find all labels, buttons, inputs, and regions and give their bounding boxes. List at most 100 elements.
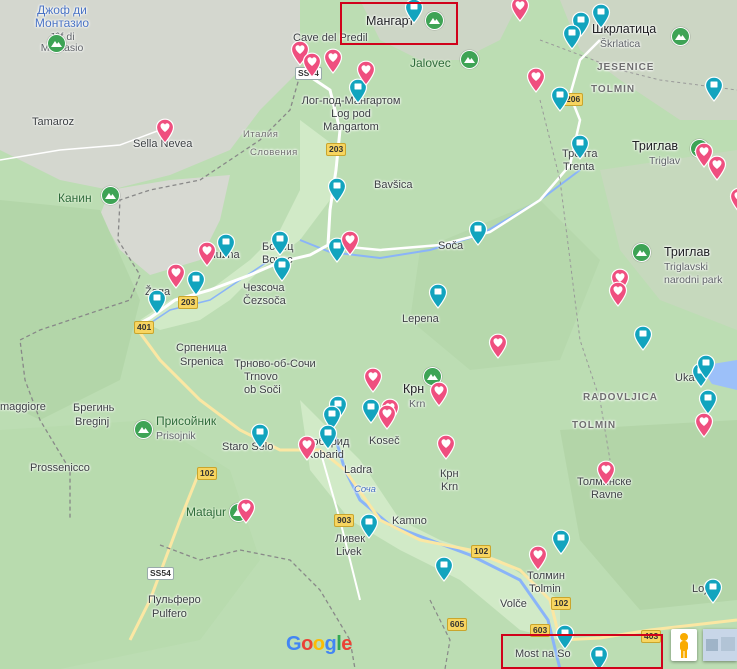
place-label-tp-ru[interactable]: Триглав — [664, 245, 710, 259]
place-label-krn2[interactable]: Krn — [441, 481, 458, 494]
place-label-jesenice[interactable]: JESENICE — [597, 62, 654, 74]
place-label-triglav-ru[interactable]: Триглав — [632, 139, 678, 153]
place-pin-icon[interactable] — [704, 76, 724, 102]
saved-heart-pin-icon[interactable] — [608, 281, 628, 307]
place-label-cez[interactable]: Čezsoča — [243, 295, 286, 308]
saved-heart-pin-icon[interactable] — [707, 155, 727, 181]
place-label-tp2[interactable]: narodni park — [664, 274, 722, 286]
place-pin-icon[interactable] — [633, 325, 653, 351]
mountain-peak-icon[interactable] — [632, 243, 651, 262]
place-pin-icon[interactable] — [270, 230, 290, 256]
place-pin-icon[interactable] — [186, 270, 206, 296]
place-label-slovenia[interactable]: Словения — [250, 147, 298, 159]
place-label-breg[interactable]: Breginj — [75, 416, 109, 429]
place-label-srpen-ru[interactable]: Српеница — [176, 342, 227, 355]
place-pin-icon[interactable] — [591, 3, 611, 29]
place-label-trn-ru[interactable]: Трново-об-Сочи — [234, 358, 316, 371]
saved-heart-pin-icon[interactable] — [363, 367, 383, 393]
place-label-log2[interactable]: Mangartom — [323, 121, 379, 134]
saved-heart-pin-icon[interactable] — [377, 404, 397, 430]
place-pin-icon[interactable] — [359, 513, 379, 539]
place-label-srpen[interactable]: Srpenica — [180, 356, 223, 369]
place-label-pulf-ru[interactable]: Пульферо — [148, 594, 201, 607]
saved-heart-pin-icon[interactable] — [155, 118, 175, 144]
place-pin-icon[interactable] — [550, 86, 570, 112]
saved-heart-pin-icon[interactable] — [528, 545, 548, 571]
mountain-peak-icon[interactable] — [671, 27, 690, 46]
place-pin-icon[interactable] — [318, 424, 338, 450]
mountain-peak-icon[interactable] — [47, 34, 66, 53]
place-pin-icon[interactable] — [551, 529, 571, 555]
place-label-triglav[interactable]: Triglav — [649, 155, 680, 167]
place-label-prossenicco[interactable]: Prossenicco — [30, 462, 90, 475]
saved-heart-pin-icon[interactable] — [236, 498, 256, 524]
saved-heart-pin-icon[interactable] — [297, 435, 317, 461]
place-label-pris-ru[interactable]: Присойник — [156, 414, 216, 429]
place-label-tp[interactable]: Triglavski — [664, 261, 708, 273]
place-label-kosec[interactable]: Koseč — [369, 435, 400, 448]
place-label-tolmin[interactable]: Tolmin — [529, 583, 561, 596]
place-label-cez-ru[interactable]: Чезсоча — [243, 282, 284, 295]
place-pin-icon[interactable] — [250, 423, 270, 449]
place-pin-icon[interactable] — [272, 256, 292, 282]
saved-heart-pin-icon[interactable] — [436, 434, 456, 460]
street-view-pegman-button[interactable] — [671, 629, 697, 661]
place-label-jof-ru2[interactable]: Монтазио — [35, 16, 89, 31]
place-label-skrlat[interactable]: Škrlatica — [600, 38, 640, 50]
place-pin-icon[interactable] — [468, 220, 488, 246]
place-pin-icon[interactable] — [428, 283, 448, 309]
saved-heart-pin-icon[interactable] — [526, 67, 546, 93]
mountain-peak-icon[interactable] — [460, 50, 479, 69]
place-label-volce[interactable]: Volče — [500, 598, 527, 611]
place-label-krn-ru[interactable]: Крн — [403, 382, 424, 396]
place-label-maggiore[interactable]: maggiore — [0, 401, 46, 414]
place-label-ladra[interactable]: Ladra — [344, 464, 372, 477]
place-pin-icon[interactable] — [570, 134, 590, 160]
place-label-matajur[interactable]: Matajur — [186, 505, 226, 520]
place-pin-icon[interactable] — [216, 233, 236, 259]
saved-heart-pin-icon[interactable] — [429, 381, 449, 407]
mountain-peak-icon[interactable] — [101, 186, 120, 205]
place-pin-icon[interactable] — [696, 354, 716, 380]
saved-heart-pin-icon[interactable] — [356, 60, 376, 86]
place-label-trenta[interactable]: Trenta — [563, 161, 594, 174]
map-canvas[interactable]: Джоф диМонтазиоJôf diMontasioCave del Pr… — [0, 0, 737, 669]
place-label-soca[interactable]: Soča — [438, 240, 463, 253]
place-label-tolmr[interactable]: Ravne — [591, 489, 623, 502]
place-label-trn[interactable]: Trnovo — [244, 371, 278, 384]
place-label-krn[interactable]: Krn — [409, 398, 425, 410]
place-label-kanin[interactable]: Канин — [58, 191, 92, 206]
place-pin-icon[interactable] — [434, 556, 454, 582]
place-label-pulf[interactable]: Pulfero — [152, 608, 187, 621]
place-label-bavsica[interactable]: Bavšica — [374, 179, 413, 192]
place-label-kamno[interactable]: Kamno — [392, 515, 427, 528]
place-label-pris[interactable]: Prisojnik — [156, 430, 196, 442]
place-label-tolmin1[interactable]: TOLMIN — [591, 84, 635, 96]
place-label-trn2[interactable]: ob Soči — [244, 384, 281, 397]
place-pin-icon[interactable] — [562, 24, 582, 50]
place-label-livek[interactable]: Livek — [336, 546, 362, 559]
place-label-krn2-ru[interactable]: Крн — [440, 468, 459, 481]
saved-heart-pin-icon[interactable] — [302, 52, 322, 78]
saved-heart-pin-icon[interactable] — [510, 0, 530, 22]
place-label-breg-ru[interactable]: Брегинь — [73, 402, 114, 415]
place-pin-icon[interactable] — [703, 578, 723, 604]
place-label-tolmin2[interactable]: TOLMIN — [572, 420, 616, 432]
saved-heart-pin-icon[interactable] — [694, 412, 714, 438]
place-pin-icon[interactable] — [147, 289, 167, 315]
place-label-radov[interactable]: RADOVLJICA — [583, 392, 658, 404]
saved-heart-pin-icon[interactable] — [323, 48, 343, 74]
place-label-lepena[interactable]: Lepena — [402, 313, 439, 326]
saved-heart-pin-icon[interactable] — [488, 333, 508, 359]
layers-toggle-button[interactable] — [703, 629, 737, 661]
saved-heart-pin-icon[interactable] — [197, 241, 217, 267]
place-label-soca-w[interactable]: Соча — [354, 484, 376, 496]
saved-heart-pin-icon[interactable] — [340, 230, 360, 256]
place-pin-icon[interactable] — [327, 177, 347, 203]
place-label-log[interactable]: Log pod — [331, 108, 371, 121]
place-label-italy[interactable]: Италия — [243, 129, 278, 141]
saved-heart-pin-icon[interactable] — [729, 187, 737, 213]
saved-heart-pin-icon[interactable] — [166, 263, 186, 289]
place-label-tamaroz[interactable]: Tamaroz — [32, 116, 74, 129]
saved-heart-pin-icon[interactable] — [596, 460, 616, 486]
